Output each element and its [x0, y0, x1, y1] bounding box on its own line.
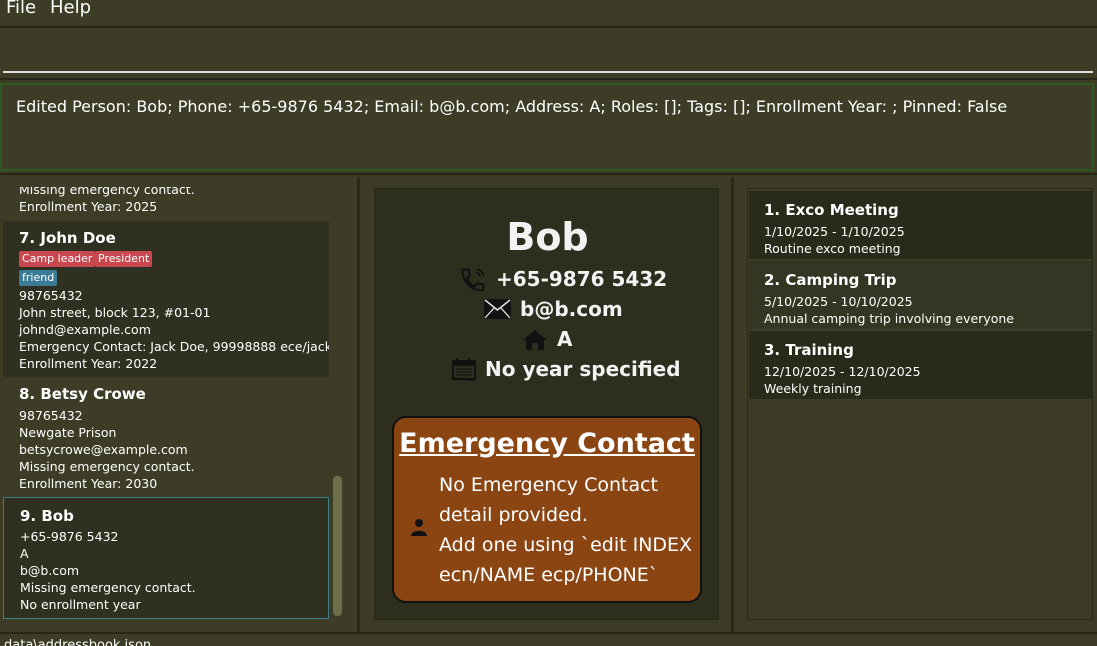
- event-item[interactable]: 2. Camping Trip 5/10/2025 - 10/10/2025 A…: [749, 261, 1092, 329]
- person-detail-panel: Bob +65-9876 5432 b@b.com A No year spec…: [374, 188, 719, 620]
- menu-help[interactable]: Help: [50, 0, 91, 18]
- detail-email: b@b.com: [520, 297, 623, 321]
- detail-address: A: [557, 327, 573, 351]
- person-name: 8. Betsy Crowe: [19, 385, 146, 403]
- person-emergency: Missing emergency contact.: [19, 459, 195, 474]
- event-description: Weekly training: [764, 381, 862, 396]
- event-description: Routine exco meeting: [764, 241, 901, 256]
- phone-icon: [461, 268, 485, 292]
- panel-divider-left[interactable]: [357, 177, 360, 632]
- emergency-contact-title: Emergency Contact: [399, 428, 695, 459]
- person-tag: friend: [19, 270, 58, 286]
- person-phone: +65-9876 5432: [20, 529, 119, 544]
- panel-divider-right[interactable]: [731, 177, 734, 632]
- menu-bar: File Help: [0, 0, 1097, 26]
- person-name: 9. Bob: [20, 507, 74, 525]
- person-phone: 98765432: [19, 288, 83, 303]
- result-display[interactable]: Edited Person: Bob; Phone: +65-9876 5432…: [0, 83, 1094, 171]
- result-divider: [0, 173, 1097, 175]
- person-emergency: Missing emergency contact.: [19, 187, 195, 197]
- event-title: 2. Camping Trip: [764, 271, 897, 289]
- menu-file[interactable]: File: [6, 0, 36, 18]
- detail-year: No year specified: [485, 357, 681, 381]
- calendar-icon: [450, 358, 476, 381]
- person-icon: [411, 519, 427, 536]
- command-underline: [3, 71, 1093, 73]
- command-box: [0, 28, 1097, 76]
- person-list[interactable]: Missing emergency contact. Enrollment Ye…: [3, 187, 329, 620]
- person-year: Enrollment Year: 2025: [19, 199, 158, 214]
- home-icon: [523, 330, 547, 350]
- command-divider: [0, 78, 1097, 80]
- person-address: A: [20, 546, 29, 561]
- emergency-line: ecn/NAME ecp/PHONE`: [439, 564, 659, 586]
- event-title: 3. Training: [764, 341, 854, 359]
- detail-phone: +65-9876 5432: [496, 267, 668, 291]
- result-text: Edited Person: Bob; Phone: +65-9876 5432…: [16, 97, 1008, 116]
- emergency-contact-message: No Emergency Contact detail provided. Ad…: [439, 470, 701, 590]
- emergency-line: Add one using `edit INDEX: [439, 534, 693, 556]
- event-description: Annual camping trip involving everyone: [764, 311, 1014, 326]
- person-year: Enrollment Year: 2030: [19, 476, 158, 491]
- event-dates: 5/10/2025 - 10/10/2025: [764, 294, 913, 309]
- event-item[interactable]: 1. Exco Meeting 1/10/2025 - 1/10/2025 Ro…: [749, 191, 1092, 259]
- emergency-contact-card: Emergency Contact No Emergency Contact d…: [392, 416, 702, 603]
- status-file-path: data\addressbook.json: [4, 638, 152, 646]
- person-year: No enrollment year: [20, 597, 141, 612]
- mail-icon: [484, 299, 511, 319]
- event-list[interactable]: 1. Exco Meeting 1/10/2025 - 1/10/2025 Ro…: [747, 188, 1093, 620]
- emergency-line: detail provided.: [439, 504, 588, 526]
- role-tag: Camp leader: [19, 251, 96, 267]
- emergency-line: No Emergency Contact: [439, 474, 659, 496]
- person-name: 7. John Doe: [19, 229, 116, 247]
- person-address: Newgate Prison: [19, 425, 117, 440]
- person-year: Enrollment Year: 2022: [19, 356, 158, 371]
- list-item[interactable]: Missing emergency contact. Enrollment Ye…: [3, 187, 329, 221]
- person-emergency: Emergency Contact: Jack Doe, 99998888 ec…: [19, 339, 329, 354]
- person-phone: 98765432: [19, 408, 83, 423]
- person-email: b@b.com: [20, 563, 80, 578]
- event-title: 1. Exco Meeting: [764, 201, 899, 219]
- person-email: betsycrowe@example.com: [19, 442, 188, 457]
- event-item[interactable]: 3. Training 12/10/2025 - 12/10/2025 Week…: [749, 331, 1092, 399]
- detail-name: Bob: [506, 215, 589, 259]
- role-tag: President: [95, 251, 153, 267]
- person-address: John street, block 123, #01-01: [19, 305, 211, 320]
- command-input[interactable]: [3, 36, 1091, 66]
- status-bar: data\addressbook.json: [0, 634, 1097, 646]
- person-email: johnd@example.com: [19, 322, 151, 337]
- list-item[interactable]: 7. John Doe Camp leader President friend…: [3, 221, 329, 377]
- list-item[interactable]: 8. Betsy Crowe 98765432 Newgate Prison b…: [3, 377, 329, 497]
- person-emergency: Missing emergency contact.: [20, 580, 196, 595]
- list-scrollbar-thumb[interactable]: [333, 476, 342, 616]
- list-item-selected[interactable]: 9. Bob +65-9876 5432 A b@b.com Missing e…: [3, 497, 329, 619]
- event-dates: 12/10/2025 - 12/10/2025: [764, 364, 921, 379]
- event-dates: 1/10/2025 - 1/10/2025: [764, 224, 905, 239]
